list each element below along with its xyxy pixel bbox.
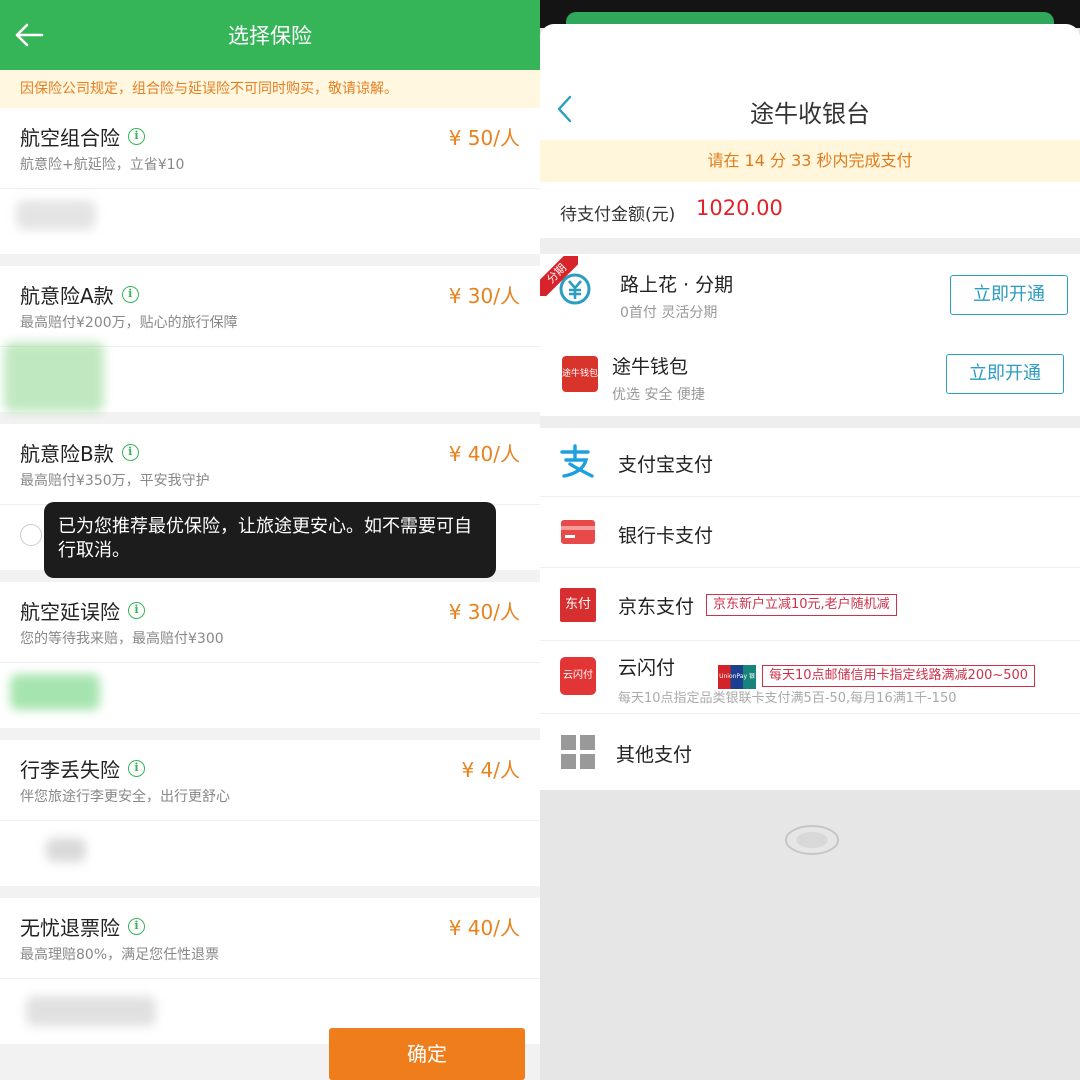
insurance-price: ¥ 30/人 [448, 284, 520, 308]
payment-sub: 每天10点指定品类银联卡支付满5百-50,每月16满1千-150 [618, 691, 957, 706]
payment-option-wallet[interactable]: 途牛钱包 途牛钱包 优选 安全 便捷 立即开通 [540, 336, 1080, 416]
payment-name: 路上花 · 分期 [620, 274, 734, 296]
blurred-option [10, 674, 100, 710]
insurance-price: ¥ 4/人 [461, 758, 520, 782]
insurance-price: ¥ 30/人 [448, 600, 520, 624]
insurance-desc: 伴您旅途行李更安全，出行更舒心 [20, 789, 230, 805]
payment-name: 途牛钱包 [612, 356, 689, 378]
divider [0, 978, 540, 979]
insurance-name: 航意险A款 i [20, 280, 139, 309]
confirm-button[interactable]: 确定 [329, 1028, 525, 1080]
blurred-option [26, 996, 156, 1026]
promo-badge: 每天10点邮储信用卡指定线路满减200~500 [762, 665, 1036, 687]
payment-name: 京东支付 [618, 596, 695, 618]
section-gap [540, 416, 1080, 428]
insurance-price: ¥ 40/人 [448, 916, 520, 940]
back-arrow-icon[interactable] [14, 22, 44, 48]
insurance-item[interactable]: 航空组合险 i ¥ 50/人 航意险+航延险，立省¥10 [0, 108, 540, 254]
insurance-desc: 最高理赔80%，满足您任性退票 [20, 947, 220, 963]
activate-button[interactable]: 立即开通 [946, 354, 1064, 394]
select-radio[interactable] [20, 524, 42, 546]
insurance-desc: 最高赔付¥350万，平安我守护 [20, 473, 210, 489]
insurance-price: ¥ 40/人 [448, 442, 520, 466]
insurance-name: 航意险B款 i [20, 438, 139, 467]
wallet-logo-icon: 途牛钱包 [562, 356, 598, 392]
info-icon[interactable]: i [128, 760, 145, 777]
info-icon[interactable]: i [128, 602, 145, 619]
insurance-item[interactable]: 无忧退票险 i ¥ 40/人 最高理赔80%，满足您任性退票 [0, 898, 540, 1044]
info-icon[interactable]: i [128, 918, 145, 935]
payment-option-jd[interactable]: 东付 京东支付 京东新户立减10元,老户随机减 [540, 568, 1080, 640]
jd-pay-icon: 东付 [560, 588, 596, 622]
payment-name: 银行卡支付 [618, 525, 714, 547]
payment-option-alipay[interactable]: 支付宝支付 [540, 428, 1080, 496]
header-bar: 选择保险 [0, 0, 540, 70]
insurance-desc: 最高赔付¥200万，贴心的旅行保障 [20, 315, 238, 331]
quickpass-icon: 云闪付 [560, 657, 596, 695]
insurance-selection-screen: 选择保险 因保险公司规定，组合险与延误险不可同时购买，敬请谅解。 航空组合险 i … [0, 0, 540, 1080]
info-icon[interactable]: i [128, 128, 145, 145]
payment-sub: 优选 安全 便捷 [612, 387, 705, 403]
checkout-screen: 途牛收银台 请在 14 分 33 秒内完成支付 待支付金额(元) 1020.00… [540, 0, 1080, 1080]
countdown-banner: 请在 14 分 33 秒内完成支付 [540, 140, 1080, 182]
unionpay-logo-icon: UnionPay 银联 [718, 665, 756, 689]
section-gap [540, 238, 1080, 254]
insurance-name: 行李丢失险 i [20, 754, 145, 783]
payment-sub: 0首付 灵活分期 [620, 305, 718, 321]
notice-banner: 因保险公司规定，组合险与延误险不可同时购买，敬请谅解。 [0, 70, 540, 108]
payment-option-lushanghua[interactable]: 路上花 · 分期 0首付 灵活分期 立即开通 [540, 254, 1080, 336]
insurance-name: 航空组合险 i [20, 122, 145, 151]
blurred-option [4, 342, 104, 412]
divider [0, 662, 540, 663]
insurance-price: ¥ 50/人 [448, 126, 520, 150]
bank-card-icon [561, 520, 595, 544]
insurance-item[interactable]: 行李丢失险 i ¥ 4/人 伴您旅途行李更安全，出行更舒心 [0, 740, 540, 886]
amount-label: 待支付金额(元) [560, 205, 676, 225]
insurance-desc: 您的等待我来赔，最高赔付¥300 [20, 631, 224, 647]
blurred-option [46, 838, 86, 862]
activate-button[interactable]: 立即开通 [950, 275, 1068, 315]
insurance-desc: 航意险+航延险，立省¥10 [20, 157, 185, 173]
payment-name: 云闪付 [618, 657, 676, 679]
payment-name: 其他支付 [616, 744, 693, 766]
divider [0, 820, 540, 821]
payment-option-quickpass[interactable]: 云闪付 云闪付 UnionPay 银联 每天10点邮储信用卡指定线路满减200~… [540, 641, 1080, 713]
insurance-item[interactable]: 航意险A款 i ¥ 30/人 最高赔付¥200万，贴心的旅行保障 [0, 266, 540, 412]
cashier-title: 途牛收银台 [750, 100, 870, 128]
insurance-name: 无忧退票险 i [20, 912, 145, 941]
yuan-coin-icon [559, 273, 591, 305]
blurred-option [16, 200, 96, 230]
grid-icon [561, 735, 595, 769]
page-title: 选择保险 [228, 24, 312, 48]
watermark-logo-icon [785, 825, 839, 855]
payment-option-other[interactable]: 其他支付 [540, 714, 1080, 790]
recommend-toast: 已为您推荐最优保险，让旅途更安心。如不需要可自行取消。 [44, 502, 496, 578]
promo-badge: 京东新户立减10元,老户随机减 [706, 594, 897, 616]
insurance-item[interactable]: 航空延误险 i ¥ 30/人 您的等待我来赔，最高赔付¥300 [0, 582, 540, 728]
info-icon[interactable]: i [121, 444, 139, 461]
amount-value: 1020.00 [696, 196, 783, 220]
insurance-name: 航空延误险 i [20, 596, 145, 625]
payment-option-bankcard[interactable]: 银行卡支付 [540, 497, 1080, 567]
alipay-icon [560, 444, 594, 478]
info-icon[interactable]: i [121, 286, 139, 303]
payment-name: 支付宝支付 [618, 454, 714, 476]
divider [0, 188, 540, 189]
